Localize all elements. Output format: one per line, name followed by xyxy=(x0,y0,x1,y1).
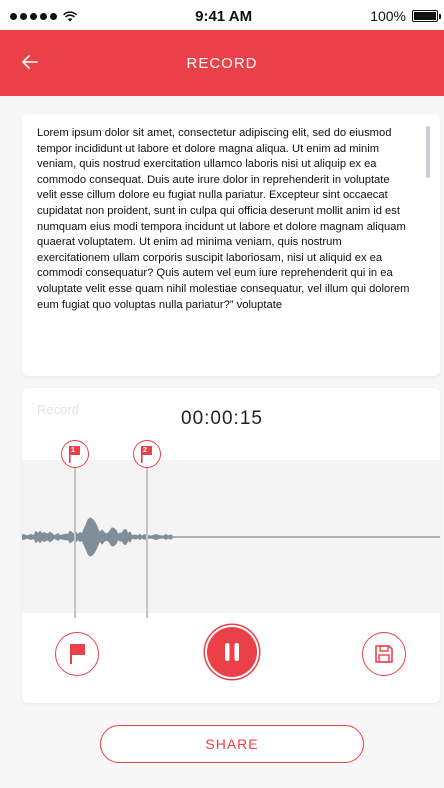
wifi-icon xyxy=(63,10,77,21)
transcript-scrollbar[interactable] xyxy=(426,126,430,178)
marker-line xyxy=(74,468,76,618)
marker-badge[interactable]: 1 xyxy=(61,440,89,468)
marker-1[interactable]: 1 xyxy=(61,440,89,618)
recorder-card: Record 00:00:15 1 2 xyxy=(22,388,440,703)
flag-icon xyxy=(70,644,85,664)
status-time: 9:41 AM xyxy=(195,7,253,25)
share-label: SHARE xyxy=(205,736,259,752)
marker-line xyxy=(146,468,148,618)
marker-number: 1 xyxy=(71,447,75,454)
marker-badge[interactable]: 2 xyxy=(133,440,161,468)
back-button[interactable] xyxy=(18,50,42,74)
signal-group xyxy=(10,10,77,22)
marker-2[interactable]: 2 xyxy=(133,440,161,618)
save-button[interactable] xyxy=(362,632,406,676)
pause-button[interactable] xyxy=(207,627,257,677)
marker-number: 2 xyxy=(143,447,147,454)
share-button[interactable]: SHARE xyxy=(100,725,364,763)
battery-group: 100% xyxy=(370,8,441,24)
transcript-card[interactable]: Lorem ipsum dolor sit amet, consectetur … xyxy=(22,114,440,376)
battery-icon xyxy=(412,10,441,22)
signal-dots-icon xyxy=(10,12,57,20)
add-marker-button[interactable] xyxy=(55,632,99,676)
page-title: RECORD xyxy=(186,54,258,72)
app-header: RECORD xyxy=(0,30,444,96)
battery-percent: 100% xyxy=(370,8,406,24)
floppy-disk-icon xyxy=(375,645,393,663)
arrow-left-icon xyxy=(22,55,38,69)
recording-timer: 00:00:15 xyxy=(181,408,263,429)
transcript-text: Lorem ipsum dolor sit amet, consectetur … xyxy=(37,127,410,311)
pause-icon xyxy=(225,643,239,661)
status-bar: 9:41 AM 100% xyxy=(0,0,444,32)
